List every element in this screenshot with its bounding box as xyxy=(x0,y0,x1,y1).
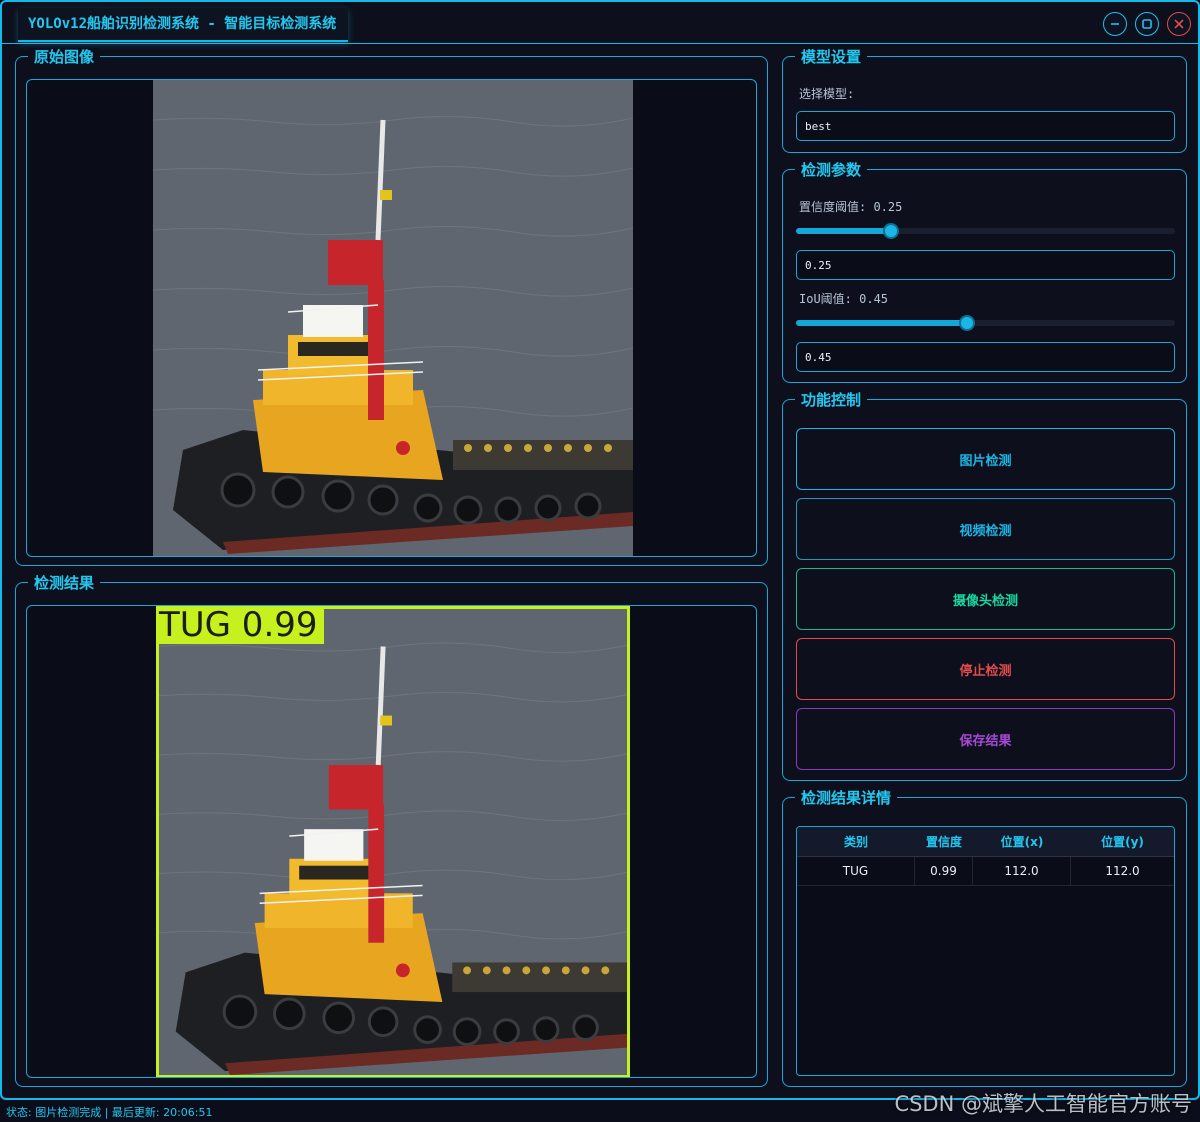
detection-result-panel: 检测结果 TUG 0.99 xyxy=(15,574,768,1087)
minimize-button[interactable] xyxy=(1103,12,1127,36)
table-row[interactable]: TUG 0.99 112.0 112.0 xyxy=(797,857,1174,886)
watermark: CSDN @斌擎人工智能官方账号 xyxy=(894,1092,1192,1116)
close-button[interactable] xyxy=(1167,12,1191,36)
app-window: YOLOv12船舶识别检测系统 - 智能目标检测系统 原始图像 检测结果 TUG… xyxy=(0,0,1200,1100)
function-control-panel: 功能控制 图片检测 视频检测 摄像头检测 停止检测 保存结果 xyxy=(782,391,1187,781)
original-image-panel: 原始图像 xyxy=(15,48,768,566)
column-header[interactable]: 置信度 xyxy=(915,827,973,856)
model-select[interactable]: best xyxy=(796,111,1175,141)
detection-box xyxy=(156,606,630,1077)
detection-details-title: 检测结果详情 xyxy=(795,789,898,807)
stop-detect-button[interactable]: 停止检测 xyxy=(796,638,1175,700)
maximize-icon xyxy=(1142,19,1152,29)
iou-slider-handle[interactable] xyxy=(958,315,975,331)
original-image-frame xyxy=(26,79,757,557)
detection-params-title: 检测参数 xyxy=(795,161,868,179)
iou-threshold-input[interactable]: 0.45 xyxy=(796,342,1175,372)
save-result-button[interactable]: 保存结果 xyxy=(796,708,1175,770)
title-bar: YOLOv12船舶识别检测系统 - 智能目标检测系统 xyxy=(2,2,1198,44)
confidence-cell: 0.99 xyxy=(915,857,973,885)
function-control-title: 功能控制 xyxy=(795,391,868,409)
camera-detect-button[interactable]: 摄像头检测 xyxy=(796,568,1175,630)
close-icon xyxy=(1174,19,1184,29)
position-x-cell: 112.0 xyxy=(973,857,1071,885)
iou-threshold-label: IoU阈值: 0.45 xyxy=(799,292,889,306)
conf-slider-handle[interactable] xyxy=(882,223,899,239)
detection-label: TUG 0.99 xyxy=(156,606,324,644)
minimize-icon xyxy=(1111,23,1119,25)
conf-threshold-slider[interactable] xyxy=(796,223,1175,239)
column-header[interactable]: 位置(x) xyxy=(973,827,1071,856)
original-image-title: 原始图像 xyxy=(28,48,101,66)
column-header[interactable]: 类别 xyxy=(797,827,915,856)
result-image-frame: TUG 0.99 xyxy=(26,605,757,1078)
conf-threshold-label: 置信度阈值: 0.25 xyxy=(799,200,903,214)
video-detect-button[interactable]: 视频检测 xyxy=(796,498,1175,560)
window-title: YOLOv12船舶识别检测系统 - 智能目标检测系统 xyxy=(18,8,349,42)
detection-result-title: 检测结果 xyxy=(28,574,101,592)
detection-details-panel: 检测结果详情 类别 置信度 位置(x) 位置(y) TUG 0.99 112.0… xyxy=(782,789,1187,1087)
column-header[interactable]: 位置(y) xyxy=(1071,827,1174,856)
table-header: 类别 置信度 位置(x) 位置(y) xyxy=(797,827,1174,857)
position-y-cell: 112.0 xyxy=(1105,864,1140,878)
model-select-label: 选择模型: xyxy=(799,87,855,101)
conf-threshold-input[interactable]: 0.25 xyxy=(796,250,1175,280)
maximize-button[interactable] xyxy=(1135,12,1159,36)
iou-threshold-slider[interactable] xyxy=(796,315,1175,331)
model-settings-panel: 模型设置 选择模型: best xyxy=(782,48,1187,153)
image-detect-button[interactable]: 图片检测 xyxy=(796,428,1175,490)
detection-params-panel: 检测参数 置信度阈值: 0.25 0.25 IoU阈值: 0.45 0.45 xyxy=(782,161,1187,383)
model-settings-title: 模型设置 xyxy=(795,48,868,66)
class-cell: TUG xyxy=(797,857,915,885)
original-image xyxy=(153,80,633,556)
details-table: 类别 置信度 位置(x) 位置(y) TUG 0.99 112.0 112.0 xyxy=(796,826,1175,1076)
